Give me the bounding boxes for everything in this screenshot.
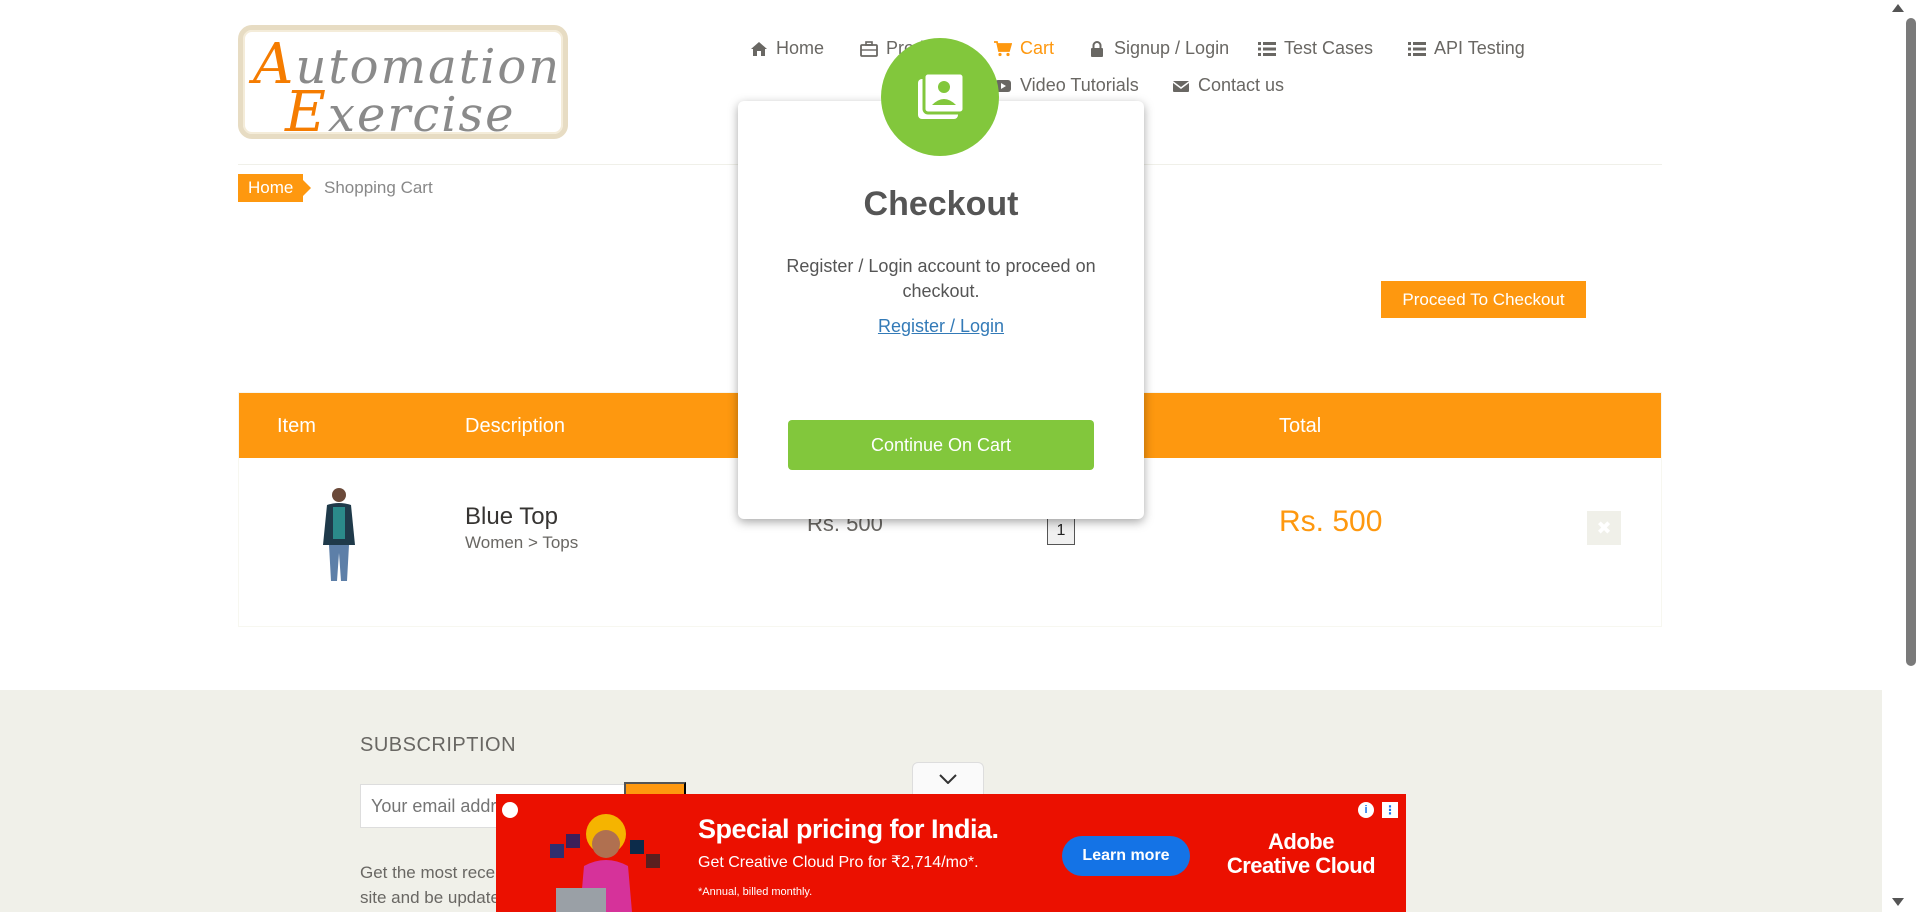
cart-icon (994, 40, 1012, 56)
lock-icon (1091, 40, 1103, 57)
ad-brand: Adobe Creative Cloud (1216, 830, 1386, 878)
breadcrumb-current: Shopping Cart (324, 178, 433, 197)
ad-brand-line1: Adobe (1268, 829, 1334, 854)
home-icon (751, 41, 767, 56)
product-name[interactable]: Blue Top (465, 503, 558, 531)
ad-subline: Get Creative Cloud Pro for ₹2,714/mo*. (698, 854, 979, 871)
nav-home-label: Home (776, 38, 825, 58)
breadcrumb-home[interactable]: Home (238, 174, 312, 202)
nav-cart-label: Cart (1020, 38, 1055, 58)
nav-test-cases-label: Test Cases (1284, 38, 1374, 58)
logo-text-line2: xercise (327, 87, 516, 143)
nav-cart[interactable]: Cart (994, 38, 1054, 59)
product-image[interactable] (309, 483, 369, 583)
nav-api-testing[interactable]: API Testing (1408, 38, 1525, 59)
scroll-thumb[interactable] (1906, 18, 1916, 666)
envelope-icon (1172, 80, 1190, 92)
nav-signup-label: Signup / Login (1114, 38, 1230, 58)
continue-on-cart-button[interactable]: Continue On Cart (788, 420, 1094, 470)
product-quantity: 1 (1047, 517, 1075, 545)
ad-collapse-tab[interactable] (912, 762, 984, 794)
ad-info-icon[interactable]: i (1358, 802, 1374, 818)
ad-shield-icon (502, 802, 518, 818)
logo-cap-e: E (285, 80, 328, 145)
ad-person-image (550, 814, 660, 912)
ad-brand-line2: Creative Cloud (1226, 853, 1376, 878)
nav-test-cases[interactable]: Test Cases (1258, 38, 1373, 59)
nav-video-tutorials-label: Video Tutorials (1020, 75, 1139, 95)
register-login-link[interactable]: Register / Login (738, 316, 1144, 337)
header-description: Description (465, 415, 566, 437)
product-total: Rs. 500 (1279, 505, 1383, 538)
page-scrollbar[interactable] (1882, 0, 1920, 912)
nav-api-testing-label: API Testing (1434, 38, 1525, 58)
scroll-up-icon[interactable] (1892, 4, 1904, 12)
nav-home[interactable]: Home (750, 38, 824, 59)
scroll-down-icon[interactable] (1892, 898, 1904, 906)
nav-video-tutorials[interactable]: Video Tutorials (994, 75, 1139, 96)
chevron-down-icon (939, 773, 957, 784)
header-total: Total (1279, 415, 1322, 437)
list-icon (1258, 41, 1276, 56)
ad-banner[interactable]: Special pricing for India. Get Creative … (496, 794, 1406, 912)
ad-menu-icon[interactable]: ⋮ (1382, 802, 1398, 818)
ad-headline: Special pricing for India. (698, 814, 999, 844)
ad-learn-more-button[interactable]: Learn more (1062, 836, 1190, 876)
checkout-modal: Checkout Register / Login account to pro… (738, 101, 1144, 519)
nav-signup-login[interactable]: Signup / Login (1088, 38, 1229, 59)
product-category: Women > Tops (465, 533, 579, 552)
nav-contact-us-label: Contact us (1198, 75, 1285, 95)
ad-fineprint: *Annual, billed monthly. (698, 886, 813, 898)
modal-title: Checkout (863, 185, 1019, 223)
nav-contact-us[interactable]: Contact us (1172, 75, 1284, 96)
contacts-book-icon (881, 38, 999, 156)
site-logo[interactable]: Automation Exercise (238, 25, 568, 145)
proceed-to-checkout-button[interactable]: Proceed To Checkout (1381, 281, 1586, 318)
subscription-title: SUBSCRIPTION (360, 734, 517, 756)
delete-item-button[interactable]: ✖ (1587, 511, 1621, 545)
briefcase-icon (860, 40, 878, 57)
list-icon (1408, 41, 1426, 56)
modal-message: Register / Login account to proceed on c… (786, 256, 1096, 301)
header-item: Item (277, 415, 316, 437)
